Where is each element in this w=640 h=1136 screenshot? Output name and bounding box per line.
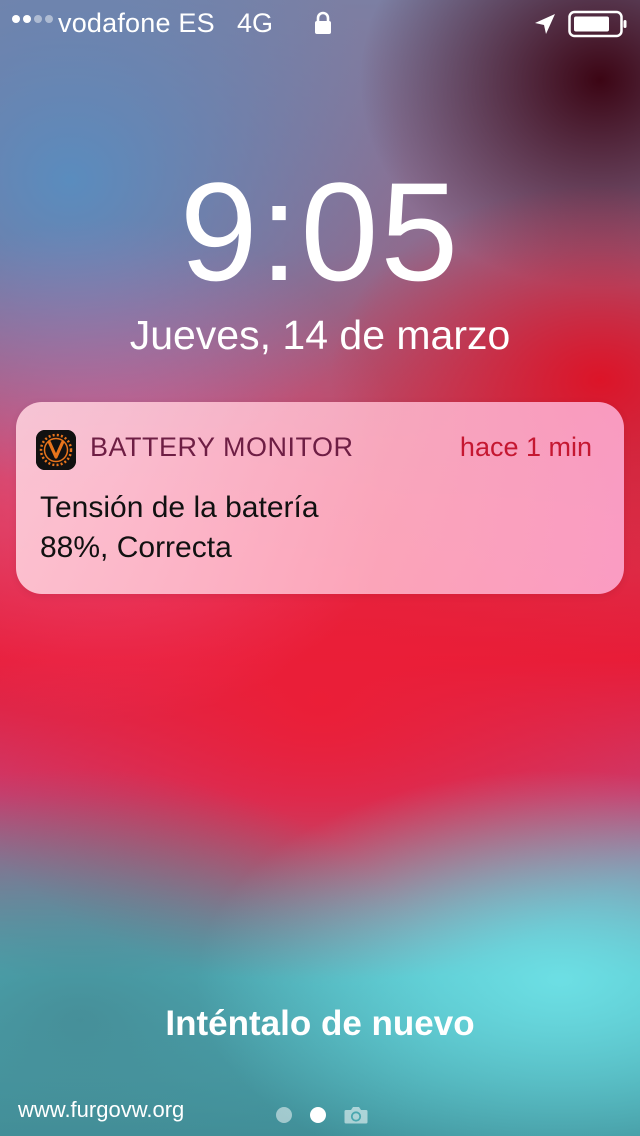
notification-body: Tensión de la batería 88%, Correcta — [40, 488, 600, 568]
page-dot-2[interactable] — [310, 1107, 326, 1123]
retry-message: Inténtalo de nuevo — [165, 1004, 475, 1043]
notification-body-line1: Tensión de la batería — [40, 491, 319, 524]
camera-icon[interactable] — [344, 1105, 368, 1125]
battery-icon — [568, 10, 627, 38]
notification-body-line2: 88%, Correcta — [40, 531, 232, 564]
page-dot-1[interactable] — [276, 1107, 292, 1123]
lock-screen-date: Jueves, 14 de marzo — [129, 312, 511, 358]
lock-icon — [315, 11, 331, 34]
status-bar: vodafone ES 4G — [0, 0, 640, 50]
network-type: 4G — [237, 8, 274, 38]
signal-icon — [12, 15, 53, 23]
page-indicator[interactable] — [276, 1105, 368, 1125]
carrier-name: vodafone ES — [58, 8, 215, 38]
notification-app-name: BATTERY MONITOR — [90, 432, 354, 462]
watermark: www.furgovw.org — [18, 1097, 185, 1122]
notification-time: hace 1 min — [459, 432, 592, 462]
location-icon — [535, 14, 555, 34]
app-logo-icon — [36, 430, 76, 470]
lock-screen-clock: 9:05 — [179, 153, 461, 310]
notification-card[interactable]: BATTERY MONITOR hace 1 min Tensión de la… — [16, 402, 624, 594]
